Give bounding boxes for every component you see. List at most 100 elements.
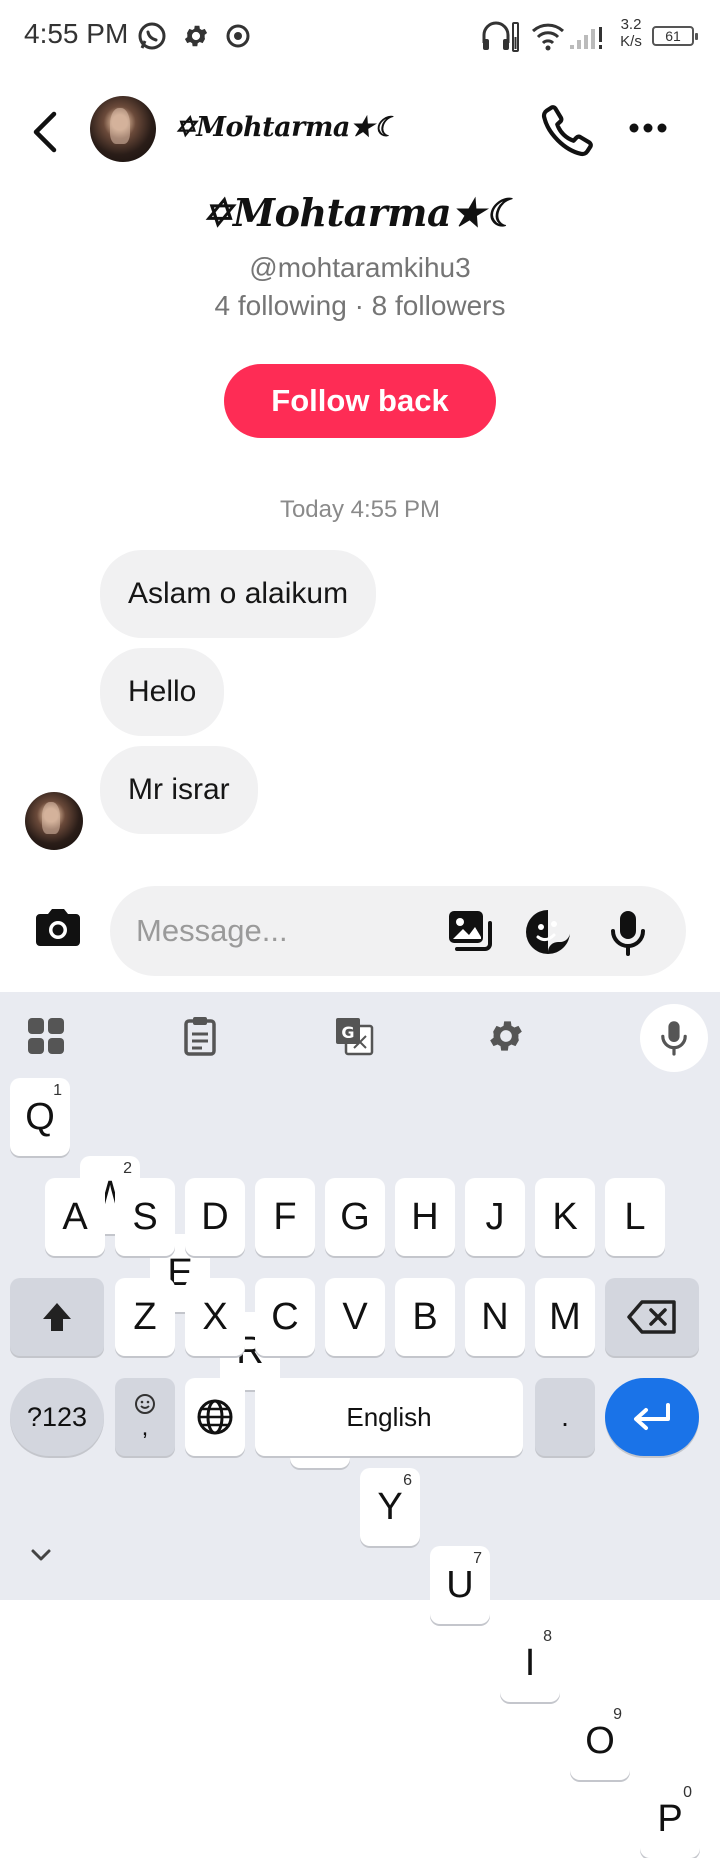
key-hint: 9 [613, 1706, 622, 1723]
network-speed-unit: K/s [620, 33, 642, 50]
gallery-icon [449, 911, 492, 951]
key-k[interactable]: K [535, 1178, 595, 1256]
key-y[interactable]: Y6 [360, 1468, 420, 1546]
call-button[interactable] [540, 102, 596, 158]
svg-text:G: G [341, 1023, 354, 1042]
translate-icon: G [336, 1018, 374, 1056]
key-x[interactable]: X [185, 1278, 245, 1356]
back-button[interactable] [26, 106, 66, 158]
microphone-icon [611, 911, 645, 956]
follow-back-button[interactable]: Follow back [224, 364, 496, 438]
sticker-button[interactable] [520, 904, 576, 960]
camera-icon [36, 909, 80, 946]
key-z[interactable]: Z [115, 1278, 175, 1356]
chevron-down-icon [31, 1549, 51, 1561]
key-f[interactable]: F [255, 1178, 315, 1256]
microphone-icon [661, 1021, 687, 1056]
key-v[interactable]: V [325, 1278, 385, 1356]
globe-icon [197, 1399, 233, 1435]
header-display-name[interactable]: ✡Mohtarma★☾ [174, 112, 398, 143]
key-label: Q [25, 1095, 55, 1138]
key-d[interactable]: D [185, 1178, 245, 1256]
key-i[interactable]: I8 [500, 1624, 560, 1702]
gear-icon [490, 1021, 522, 1051]
battery-indicator: 61 [652, 26, 698, 46]
sender-avatar[interactable] [25, 792, 83, 850]
key-h[interactable]: H [395, 1178, 455, 1256]
voice-message-button[interactable] [600, 904, 656, 960]
message-bubble[interactable]: Hello [100, 648, 225, 736]
key-b[interactable]: B [395, 1278, 455, 1356]
key-hint: 1 [53, 1082, 62, 1099]
key-j[interactable]: J [465, 1178, 525, 1256]
keyboard-apps-button[interactable] [18, 1008, 74, 1064]
profile-display-name: ✡Mohtarma★☾ [201, 190, 519, 235]
network-speed-value: 3.2 [620, 16, 642, 33]
camera-button[interactable] [30, 900, 86, 956]
enter-arrow-icon [634, 1403, 670, 1430]
key-label: O [585, 1719, 615, 1762]
key-s[interactable]: S [115, 1178, 175, 1256]
key-u[interactable]: U7 [430, 1546, 490, 1624]
chevron-left-icon [33, 111, 57, 153]
profile-handle: @mohtaramkihu3 [249, 252, 471, 283]
more-options-button[interactable] [620, 108, 676, 148]
message-bubble[interactable]: Mr israr [100, 746, 258, 834]
key-label: P [657, 1797, 683, 1840]
language-key[interactable] [185, 1378, 245, 1456]
sync-icon [222, 20, 254, 52]
period-key[interactable]: . [535, 1378, 595, 1456]
sticker-icon [526, 910, 570, 954]
space-key[interactable]: English [255, 1378, 523, 1456]
key-m[interactable]: M [535, 1278, 595, 1356]
key-o[interactable]: O9 [570, 1702, 630, 1780]
wifi-icon [530, 18, 566, 54]
headphones-icon [480, 18, 520, 54]
chat-timestamp: Today 4:55 PM [279, 496, 441, 523]
voice-typing-button[interactable] [640, 1004, 708, 1072]
key-c[interactable]: C [255, 1278, 315, 1356]
backspace-key[interactable] [605, 1278, 699, 1356]
key-hint: 6 [403, 1472, 412, 1489]
settings-gear-icon [180, 20, 212, 52]
phone-icon [541, 105, 593, 157]
key-a[interactable]: A [45, 1178, 105, 1256]
clipboard-icon [184, 1017, 216, 1056]
header-avatar[interactable] [90, 96, 156, 162]
symbols-key[interactable]: ?123 [10, 1378, 104, 1456]
keyboard-collapse-button[interactable] [26, 1540, 56, 1570]
emoji-icon [135, 1394, 155, 1414]
backspace-icon [627, 1300, 676, 1334]
status-bar: 4:55 PM 3.2 K/s 61 [0, 0, 720, 72]
message-bubble[interactable]: Aslam o alaikum [100, 550, 377, 638]
translate-button[interactable]: G [326, 1008, 382, 1064]
key-l[interactable]: L [605, 1178, 665, 1256]
key-hint: 2 [123, 1160, 132, 1177]
message-input[interactable] [136, 906, 436, 956]
key-hint: 7 [473, 1550, 482, 1567]
key-label: Y [377, 1485, 403, 1528]
shift-key[interactable] [10, 1278, 104, 1356]
clipboard-button[interactable] [172, 1008, 228, 1064]
shift-arrow-icon [43, 1303, 71, 1331]
grid-icon [28, 1018, 64, 1054]
network-speed: 3.2 K/s [614, 16, 648, 50]
keyboard-settings-button[interactable] [478, 1008, 534, 1064]
emoji-comma-key[interactable]: , [115, 1378, 175, 1456]
key-p[interactable]: P0 [640, 1780, 700, 1858]
status-time: 4:55 PM [24, 18, 129, 49]
profile-follow-stats: 4 following · 8 followers [214, 290, 506, 321]
comma-label: , [141, 1414, 149, 1441]
key-hint: 8 [543, 1628, 552, 1645]
key-q[interactable]: Q1 [10, 1078, 70, 1156]
whatsapp-icon [136, 20, 168, 52]
enter-key[interactable] [605, 1378, 699, 1456]
cell-signal-icon [568, 22, 608, 52]
key-g[interactable]: G [325, 1178, 385, 1256]
key-label: I [524, 1641, 536, 1684]
key-label: U [446, 1563, 474, 1606]
more-horizontal-icon [629, 123, 667, 133]
gallery-button[interactable] [442, 904, 498, 960]
key-n[interactable]: N [465, 1278, 525, 1356]
key-hint: 0 [683, 1784, 692, 1801]
